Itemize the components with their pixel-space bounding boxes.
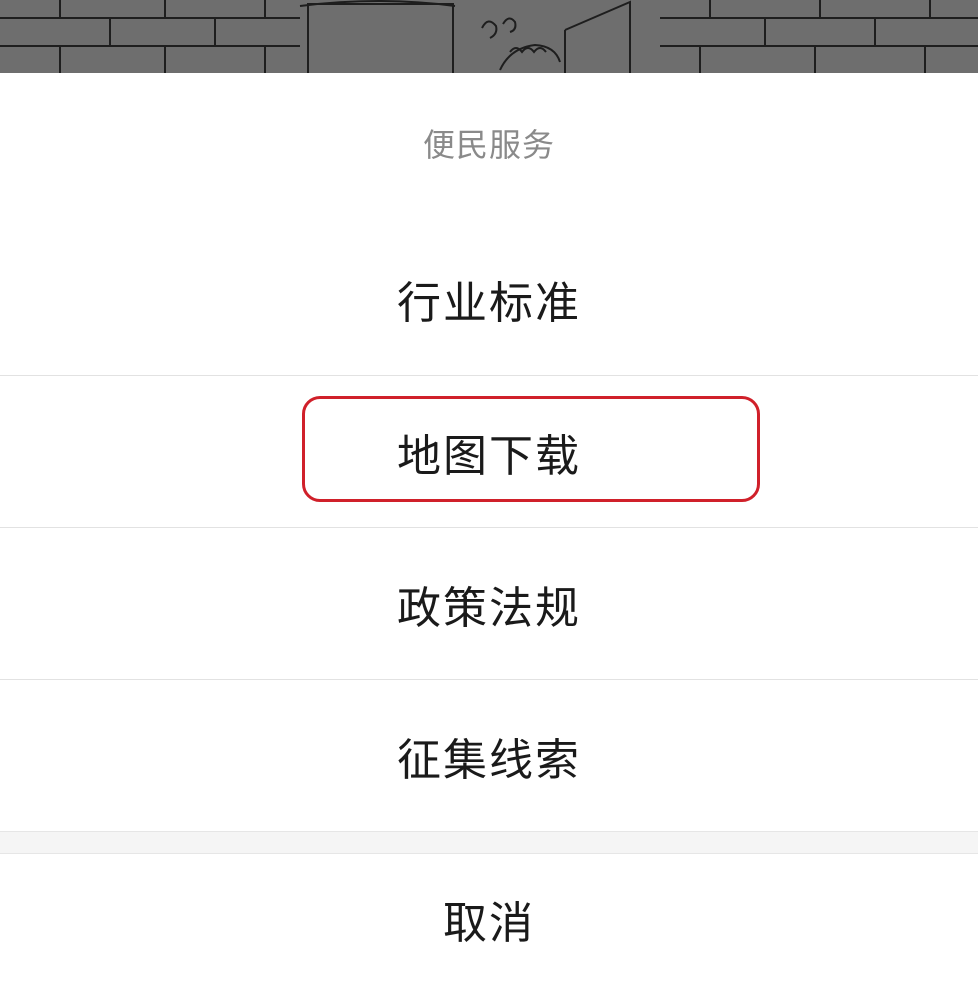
action-sheet-title: 便民服务 [422, 126, 555, 164]
option-industry-standards[interactable]: 行业标准 [0, 223, 978, 374]
section-separator [0, 831, 978, 854]
background-illustration [0, 0, 978, 73]
cancel-button[interactable]: 取消 [0, 854, 978, 983]
option-collect-clues[interactable]: 征集线索 [0, 680, 978, 831]
cartoon-wall-image [0, 0, 978, 73]
option-policies-regulations[interactable]: 政策法规 [0, 528, 978, 679]
action-sheet: 便民服务 行业标准 地图下载 政策法规 征集线索 取消 [0, 73, 978, 983]
option-map-download[interactable]: 地图下载 [0, 376, 978, 527]
